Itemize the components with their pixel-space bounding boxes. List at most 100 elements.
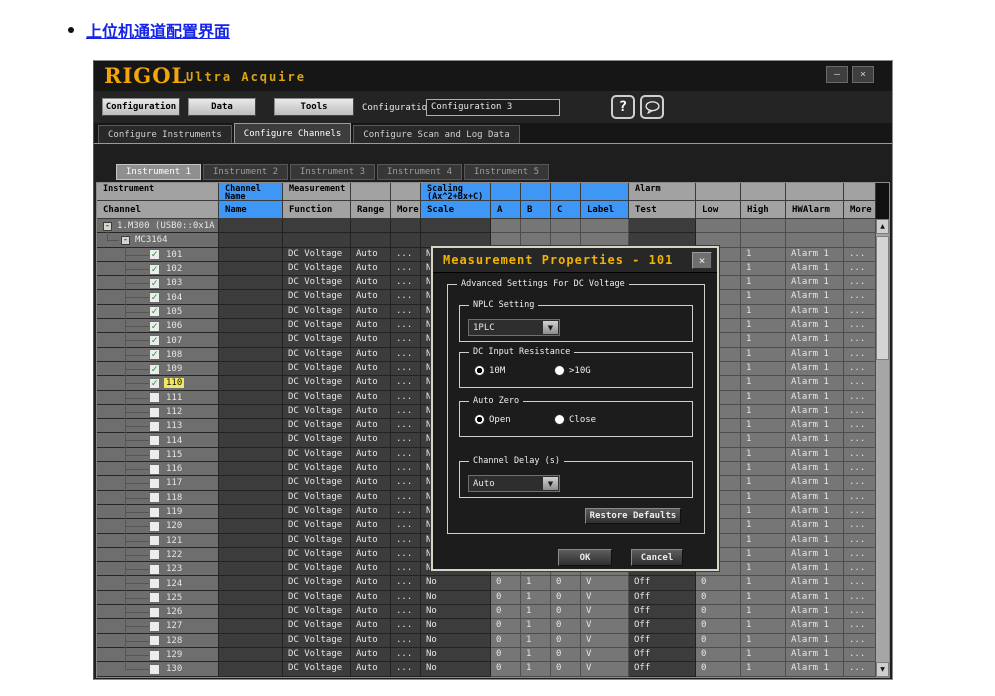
channel-id[interactable]: 119 xyxy=(164,507,184,517)
instrument-tab-instrument-5[interactable]: Instrument 5 xyxy=(464,164,549,180)
channel-checkbox[interactable] xyxy=(149,635,160,646)
tab-configure-scan-and-log-data[interactable]: Configure Scan and Log Data xyxy=(353,125,519,143)
channel-id[interactable]: 125 xyxy=(164,593,184,603)
channel-checkbox[interactable] xyxy=(149,464,160,475)
channel-id[interactable]: 112 xyxy=(164,407,184,417)
channel-checkbox[interactable]: ✓ xyxy=(149,306,160,317)
instrument-tab-instrument-2[interactable]: Instrument 2 xyxy=(203,164,288,180)
close-button[interactable]: × xyxy=(852,66,874,83)
channel-checkbox[interactable]: ✓ xyxy=(149,278,160,289)
channel-id[interactable]: 127 xyxy=(164,621,184,631)
channel-checkbox[interactable] xyxy=(149,407,160,418)
channel-id[interactable]: 117 xyxy=(164,478,184,488)
channel-checkbox[interactable] xyxy=(149,421,160,432)
auto-zero-option-open[interactable]: Open xyxy=(474,414,511,425)
channel-checkbox[interactable] xyxy=(149,650,160,661)
channel-id[interactable]: 103 xyxy=(164,278,184,288)
collapse-icon[interactable]: - xyxy=(103,222,112,231)
channel-id[interactable]: 116 xyxy=(164,464,184,474)
channel-id[interactable]: 115 xyxy=(164,450,184,460)
channel-id[interactable]: 113 xyxy=(164,421,184,431)
channel-id[interactable]: 109 xyxy=(164,364,184,374)
nplc-dropdown[interactable]: 1PLC ▼ xyxy=(468,319,560,336)
scroll-up-button[interactable]: ▲ xyxy=(876,219,889,234)
minimize-button[interactable]: – xyxy=(826,66,848,83)
tools-menu-button[interactable]: Tools xyxy=(274,98,354,116)
channel-checkbox[interactable]: ✓ xyxy=(149,364,160,375)
channel-id[interactable]: 118 xyxy=(164,493,184,503)
channel-checkbox[interactable]: ✓ xyxy=(149,321,160,332)
cell-function: DC Voltage xyxy=(283,619,351,633)
scrollbar-thumb[interactable] xyxy=(876,236,889,360)
channel-id[interactable]: 107 xyxy=(164,336,184,346)
channel-checkbox[interactable] xyxy=(149,592,160,603)
channel-id[interactable]: 101 xyxy=(164,250,184,260)
dc-input-resistance-option-10g[interactable]: >10G xyxy=(554,365,591,376)
channel-delay-dropdown[interactable]: Auto ▼ xyxy=(468,475,560,492)
cell-hwalarm: Alarm 1 xyxy=(786,448,844,462)
channel-checkbox[interactable] xyxy=(149,507,160,518)
vertical-scrollbar[interactable]: ▲ ▼ xyxy=(876,219,889,677)
collapse-icon[interactable]: - xyxy=(121,236,130,245)
dc-input-resistance-option-10m[interactable]: 10M xyxy=(474,365,505,376)
ok-button[interactable]: OK xyxy=(558,549,612,566)
channel-id[interactable]: 128 xyxy=(164,636,184,646)
channel-id[interactable]: 114 xyxy=(164,436,184,446)
channel-id[interactable]: 120 xyxy=(164,521,184,531)
tab-configure-instruments[interactable]: Configure Instruments xyxy=(98,125,232,143)
channel-checkbox[interactable]: ✓ xyxy=(149,249,160,260)
cell-range: Auto xyxy=(351,405,391,419)
channel-checkbox[interactable] xyxy=(149,578,160,589)
channel-checkbox[interactable] xyxy=(149,478,160,489)
channel-checkbox[interactable]: ✓ xyxy=(149,349,160,360)
channel-checkbox[interactable]: ✓ xyxy=(149,264,160,275)
instrument-tab-instrument-3[interactable]: Instrument 3 xyxy=(290,164,375,180)
channel-checkbox[interactable] xyxy=(149,449,160,460)
channel-checkbox[interactable] xyxy=(149,607,160,618)
channel-id[interactable]: 108 xyxy=(164,350,184,360)
feedback-button[interactable] xyxy=(640,95,664,119)
channel-id[interactable]: 130 xyxy=(164,664,184,674)
channel-checkbox[interactable] xyxy=(149,392,160,403)
channel-id[interactable]: 102 xyxy=(164,264,184,274)
channel-checkbox[interactable]: ✓ xyxy=(149,378,160,389)
channel-id[interactable]: 121 xyxy=(164,536,184,546)
help-button[interactable]: ? xyxy=(611,95,635,119)
channel-id[interactable]: 124 xyxy=(164,579,184,589)
channel-checkbox[interactable] xyxy=(149,521,160,532)
channel-checkbox[interactable] xyxy=(149,564,160,575)
channel-id[interactable]: 110 xyxy=(164,378,184,388)
channel-id[interactable]: 111 xyxy=(164,393,184,403)
channel-checkbox[interactable]: ✓ xyxy=(149,292,160,303)
channel-checkbox[interactable] xyxy=(149,621,160,632)
channel-checkbox[interactable] xyxy=(149,435,160,446)
channel-checkbox[interactable] xyxy=(149,535,160,546)
channel-id[interactable]: 122 xyxy=(164,550,184,560)
channel-id[interactable]: 126 xyxy=(164,607,184,617)
header-blank-12 xyxy=(741,183,786,201)
dialog-close-button[interactable]: × xyxy=(692,252,712,269)
channel-id[interactable]: 129 xyxy=(164,650,184,660)
channel-checkbox[interactable] xyxy=(149,664,160,675)
scroll-down-button[interactable]: ▼ xyxy=(876,662,889,677)
channel-checkbox[interactable] xyxy=(149,549,160,560)
cell-test: Off xyxy=(629,634,696,648)
page-link[interactable]: 上位机通道配置界面 xyxy=(86,18,230,42)
channel-checkbox[interactable] xyxy=(149,492,160,503)
instrument-tab-instrument-1[interactable]: Instrument 1 xyxy=(116,164,201,180)
channel-id[interactable]: 123 xyxy=(164,564,184,574)
data-menu-button[interactable]: Data xyxy=(188,98,256,116)
channel-checkbox[interactable]: ✓ xyxy=(149,335,160,346)
radio-label: Close xyxy=(569,415,596,425)
cell-more: ... xyxy=(391,619,421,633)
instrument-tab-instrument-4[interactable]: Instrument 4 xyxy=(377,164,462,180)
auto-zero-option-close[interactable]: Close xyxy=(554,414,596,425)
channel-id[interactable]: 106 xyxy=(164,321,184,331)
configuration-menu-button[interactable]: Configuration xyxy=(102,98,180,116)
configuration-field[interactable]: Configuration 3 xyxy=(426,99,560,116)
restore-defaults-button[interactable]: Restore Defaults xyxy=(585,508,681,524)
channel-id[interactable]: 104 xyxy=(164,293,184,303)
channel-id[interactable]: 105 xyxy=(164,307,184,317)
cancel-button[interactable]: Cancel xyxy=(631,549,683,566)
tab-configure-channels[interactable]: Configure Channels xyxy=(234,123,352,143)
